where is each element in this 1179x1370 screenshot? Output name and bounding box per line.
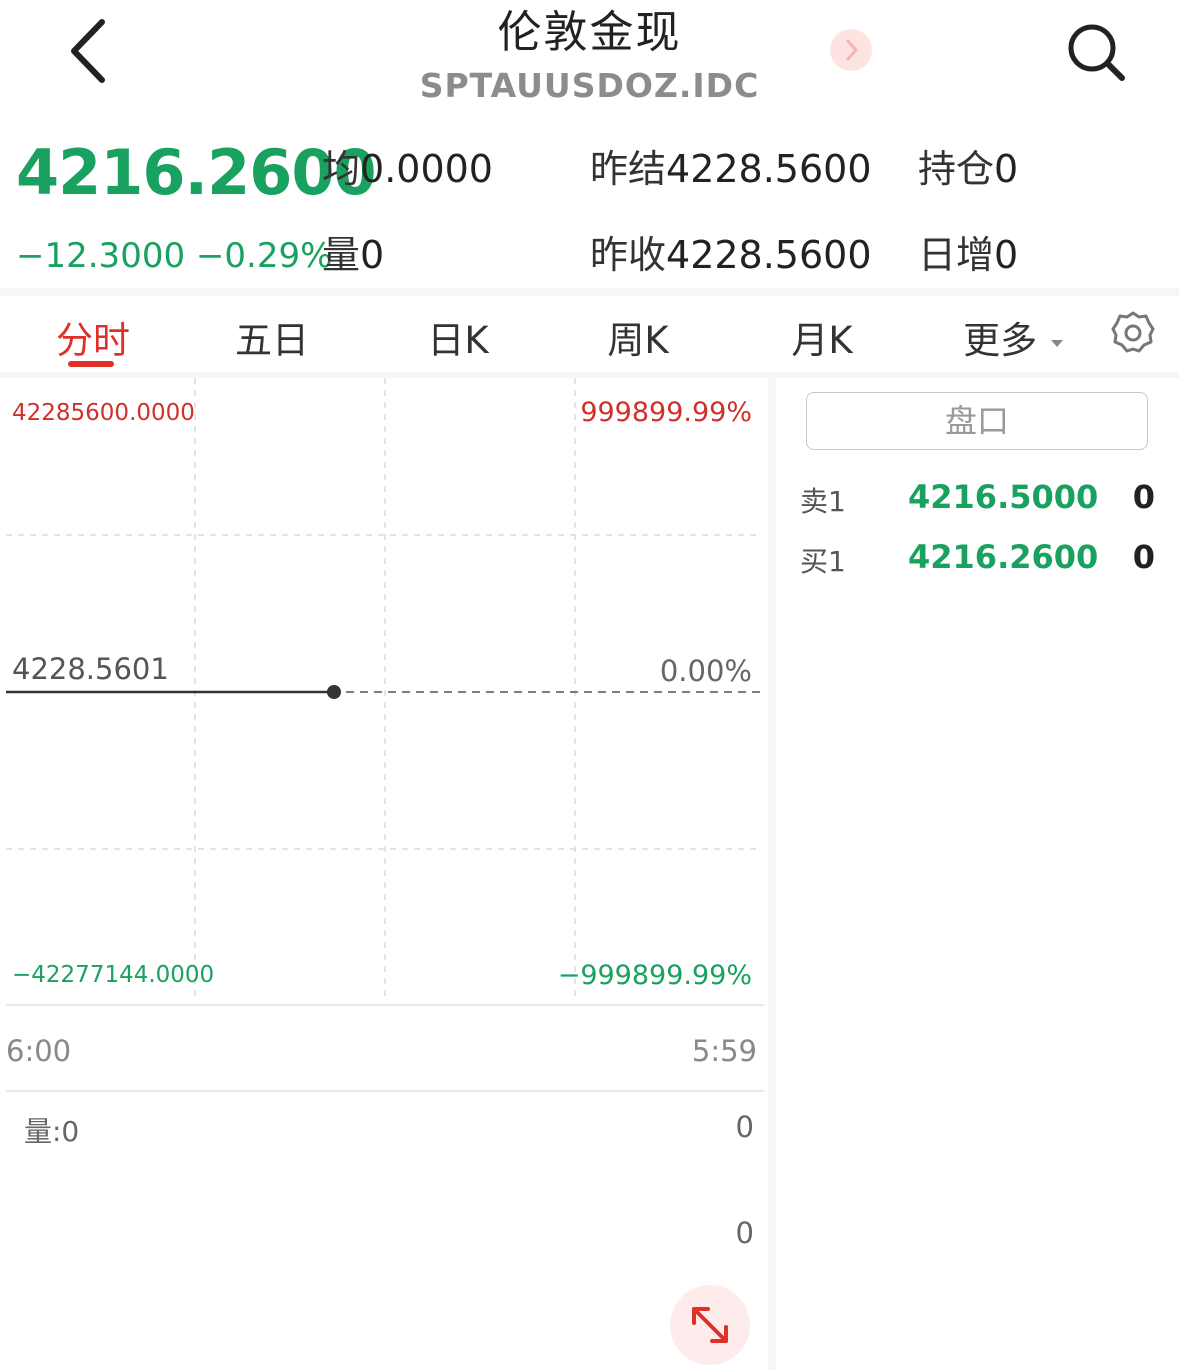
tab-monthly-k[interactable]: 月K bbox=[784, 310, 860, 364]
symbol-code: SPTAUUSDOZ.IDC bbox=[419, 66, 760, 105]
prev-settle-stat: 昨结4228.5600 bbox=[590, 138, 872, 193]
chevron-right-icon bbox=[846, 39, 858, 61]
intraday-chart[interactable] bbox=[0, 378, 770, 1370]
prev-close-label: 昨收 bbox=[590, 233, 667, 277]
prev-settle-label: 昨结 bbox=[590, 147, 667, 191]
chart-settings-button[interactable] bbox=[1110, 310, 1156, 356]
volume-axis-max: 0 bbox=[735, 1110, 754, 1144]
y-axis-min-percent: −999899.99% bbox=[557, 960, 752, 991]
page-title: 伦敦金现 bbox=[497, 7, 682, 58]
ask-level-label: 卖1 bbox=[800, 485, 846, 518]
search-icon bbox=[1068, 24, 1125, 81]
tab-weekly-k[interactable]: 周K bbox=[600, 310, 676, 364]
time-axis-end: 5:59 bbox=[691, 1034, 757, 1068]
tab-more[interactable]: 更多 bbox=[958, 310, 1070, 364]
y-axis-min-price: −42277144.0000 bbox=[12, 962, 215, 988]
y-axis-max-price: 42285600.0000 bbox=[12, 400, 195, 426]
open-interest-label: 持仓 bbox=[918, 147, 995, 191]
caret-down-icon bbox=[1050, 339, 1063, 347]
next-symbol-button[interactable] bbox=[830, 29, 872, 71]
oi-change-stat: 日增0 bbox=[918, 224, 1018, 279]
volume-value: 0 bbox=[360, 233, 385, 277]
time-axis-start: 6:00 bbox=[6, 1034, 72, 1068]
price-change: −12.3000 −0.29% bbox=[16, 236, 333, 276]
gear-icon bbox=[1111, 311, 1155, 353]
current-price-dot bbox=[327, 685, 341, 699]
y-axis-mid-price: 4228.5601 bbox=[12, 652, 169, 686]
bid-quantity: 0 bbox=[1132, 538, 1155, 576]
search-button[interactable] bbox=[1064, 20, 1130, 86]
y-axis-max-percent: 999899.99% bbox=[580, 397, 752, 428]
prev-close-value: 4228.5600 bbox=[666, 233, 872, 277]
prev-settle-value: 4228.5600 bbox=[666, 147, 872, 191]
volume-label: 量 bbox=[322, 233, 361, 277]
open-interest-value: 0 bbox=[994, 147, 1019, 191]
tab-daily-k[interactable]: 日K bbox=[420, 310, 496, 364]
oi-change-value: 0 bbox=[994, 233, 1019, 277]
active-tab-indicator bbox=[68, 361, 114, 367]
volume-axis-min: 0 bbox=[735, 1216, 754, 1250]
avg-value: 0.0000 bbox=[360, 147, 493, 191]
bid-level-label: 买1 bbox=[800, 545, 846, 578]
tab-more-label: 更多 bbox=[963, 319, 1038, 362]
tab-five-day[interactable]: 五日 bbox=[230, 310, 314, 364]
oi-change-label: 日增 bbox=[918, 233, 995, 277]
expand-icon bbox=[692, 1307, 728, 1343]
panel-divider bbox=[768, 378, 776, 1370]
open-interest-stat: 持仓0 bbox=[918, 138, 1018, 193]
tab-intraday[interactable]: 分时 bbox=[50, 310, 136, 364]
avg-price-stat: 均0.0000 bbox=[322, 138, 493, 193]
bid-price: 4216.2600 bbox=[908, 538, 1099, 576]
volume-stat: 量0 bbox=[322, 224, 384, 279]
prev-close-stat: 昨收4228.5600 bbox=[590, 224, 872, 279]
ask-quantity: 0 bbox=[1132, 478, 1155, 516]
y-axis-mid-percent: 0.00% bbox=[659, 654, 752, 688]
avg-label: 均 bbox=[322, 147, 361, 191]
fullscreen-button[interactable] bbox=[670, 1285, 750, 1365]
divider bbox=[0, 288, 1179, 296]
volume-chart-label: 量:0 bbox=[24, 1115, 80, 1148]
ask-price: 4216.5000 bbox=[908, 478, 1099, 516]
order-book-button[interactable]: 盘口 bbox=[806, 392, 1148, 450]
